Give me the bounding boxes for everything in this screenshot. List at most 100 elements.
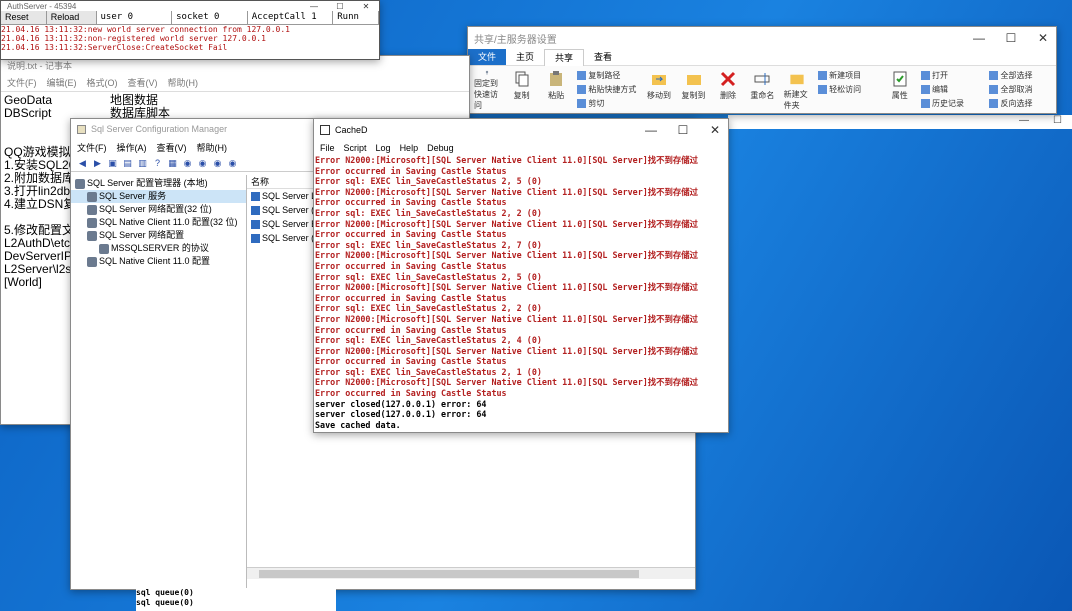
horizontal-scrollbar[interactable] [247, 567, 695, 579]
export-icon[interactable]: ▥ [137, 158, 148, 169]
minimize-icon[interactable]: — [307, 2, 321, 11]
delete-button[interactable]: 删除 [715, 70, 741, 111]
notepad-line-note: 地图数据 [110, 93, 159, 107]
edit-button[interactable]: 编辑 [921, 84, 981, 95]
close-icon[interactable]: ✕ [359, 2, 373, 11]
minimize-icon[interactable]: — [644, 123, 658, 137]
tree-item[interactable]: SQL Native Client 11.0 配置(32 位) [71, 216, 246, 229]
explorer-title: 共享/主服务器设置 [474, 34, 557, 46]
close-icon[interactable]: ✕ [708, 123, 722, 137]
start-icon[interactable]: ◉ [182, 158, 193, 169]
invert-selection-button[interactable]: 反向选择 [989, 98, 1049, 109]
menu-edit[interactable]: 编辑(E) [47, 76, 77, 89]
reload-button[interactable]: Reload [46, 11, 97, 24]
tree-item[interactable]: SQL Native Client 11.0 配置 [71, 255, 246, 268]
pause-icon[interactable]: ◉ [197, 158, 208, 169]
stop-icon[interactable]: ◉ [212, 158, 223, 169]
up-icon[interactable]: ▣ [107, 158, 118, 169]
reset-button[interactable]: Reset [1, 11, 47, 24]
forward-icon[interactable]: ▶ [92, 158, 103, 169]
console-window: sql queue(0) sql queue(0) [136, 588, 336, 611]
menu-file[interactable]: 文件(F) [7, 76, 37, 89]
paste-button[interactable]: 粘贴 [543, 70, 569, 111]
minimize-icon[interactable]: — [972, 31, 986, 45]
select-none-button[interactable]: 全部取消 [989, 84, 1049, 95]
log-line: Error occurred in Saving Castle Status [315, 197, 507, 208]
new-item-button[interactable]: 新建项目 [818, 70, 878, 81]
pin-icon [485, 70, 489, 75]
log-line: Error N2000:[Microsoft][SQL Server Nativ… [315, 313, 699, 324]
tab-share[interactable]: 共享 [544, 48, 585, 66]
maximize-icon[interactable]: ☐ [333, 2, 347, 11]
log-line: Error occurred in Saving Castle Status [315, 324, 507, 335]
tab-file[interactable]: 文件 [468, 49, 507, 65]
log-line: Error N2000:[Microsoft][SQL Server Nativ… [315, 377, 699, 388]
explorer-window[interactable]: 共享/主服务器设置 — ☐ ✕ 文件 主页 共享 查看 固定到快速访问 复制 粘… [467, 26, 1057, 114]
menu-view[interactable]: 查看(V) [157, 141, 187, 154]
invert-selection-icon [989, 99, 999, 108]
paste-shortcut-button[interactable]: 粘贴快捷方式 [577, 84, 637, 95]
tree-item[interactable]: SQL Server 网络配置(32 位) [71, 203, 246, 216]
copy-button[interactable]: 复制 [508, 70, 534, 111]
menu-view[interactable]: 查看(V) [128, 76, 158, 89]
new-small-group: 新建项目 轻松访问 [818, 70, 878, 111]
move-to-button[interactable]: 移动到 [646, 70, 672, 111]
tree-item[interactable]: SQL Server 服务 [71, 190, 246, 203]
restart-icon[interactable]: ◉ [227, 158, 238, 169]
properties-icon[interactable]: ▦ [167, 158, 178, 169]
tree-item[interactable]: SQL Server 网络配置 [71, 229, 246, 242]
rename-icon [754, 73, 770, 85]
select-all-button[interactable]: 全部选择 [989, 70, 1049, 81]
select-all-icon [989, 71, 999, 80]
new-folder-icon [790, 74, 804, 85]
clipboard-small-group: 复制路径 粘贴快捷方式 剪切 [577, 70, 637, 111]
select-small-group: 全部选择 全部取消 反向选择 [989, 70, 1049, 111]
menu-format[interactable]: 格式(O) [87, 76, 118, 89]
menu-help[interactable]: Help [400, 141, 419, 155]
easy-access-button[interactable]: 轻松访问 [818, 84, 878, 95]
blank-window[interactable]: — ☐ [728, 115, 1072, 129]
refresh-icon[interactable]: ▤ [122, 158, 133, 169]
close-icon[interactable]: ✕ [1036, 31, 1050, 45]
cached-window[interactable]: CacheD — ☐ ✕ File Script Log Help Debug … [313, 118, 729, 433]
auth-server-window[interactable]: AuthServer - 45394 — ☐ ✕ Reset Reload us… [0, 0, 380, 60]
maximize-icon[interactable]: ☐ [676, 123, 690, 137]
menu-debug[interactable]: Debug [427, 141, 454, 155]
menu-help[interactable]: 帮助(H) [197, 141, 228, 154]
help-icon[interactable]: ? [152, 158, 163, 169]
open-button[interactable]: 打开 [921, 70, 981, 81]
easy-access-icon [818, 85, 828, 94]
scrollbar-thumb[interactable] [259, 570, 639, 578]
menu-script[interactable]: Script [344, 141, 367, 155]
menu-file[interactable]: 文件(F) [77, 141, 107, 154]
log-line: Save cached data. [315, 419, 401, 430]
menu-action[interactable]: 操作(A) [117, 141, 147, 154]
cut-button[interactable]: 剪切 [577, 98, 637, 109]
maximize-icon[interactable]: ☐ [1053, 115, 1062, 126]
back-icon[interactable]: ◀ [77, 158, 88, 169]
cut-icon [577, 99, 587, 108]
tree-item-label: SQL Server 配置管理器 (本地) [87, 178, 208, 188]
minimize-icon[interactable]: — [1019, 115, 1029, 126]
new-folder-button[interactable]: 新建文件夹 [784, 70, 810, 111]
tree-item-label: SQL Server 网络配置 [99, 230, 185, 240]
tab-view[interactable]: 查看 [584, 49, 622, 65]
menu-help[interactable]: 帮助(H) [168, 76, 199, 89]
menu-log[interactable]: Log [376, 141, 391, 155]
properties-button[interactable]: 属性 [887, 70, 913, 111]
rename-button[interactable]: 重命名 [749, 70, 775, 111]
pin-button[interactable]: 固定到快速访问 [474, 70, 500, 111]
tree-item[interactable]: SQL Server 配置管理器 (本地) [71, 177, 246, 190]
server-icon [251, 205, 260, 215]
console-line: sql queue(0) [136, 588, 194, 597]
log-line: Error sql: EXEC lin_SaveCastleStatus 2, … [315, 335, 542, 346]
log-line: Error N2000:[Microsoft][SQL Server Nativ… [315, 218, 699, 229]
copy-path-button[interactable]: 复制路径 [577, 70, 637, 81]
tree-item[interactable]: MSSQLSERVER 的协议 [71, 242, 246, 255]
menu-file[interactable]: File [320, 141, 335, 155]
maximize-icon[interactable]: ☐ [1004, 31, 1018, 45]
tab-home[interactable]: 主页 [506, 49, 544, 65]
copy-icon [515, 71, 529, 87]
history-button[interactable]: 历史记录 [921, 98, 981, 109]
copy-to-button[interactable]: 复制到 [680, 70, 706, 111]
